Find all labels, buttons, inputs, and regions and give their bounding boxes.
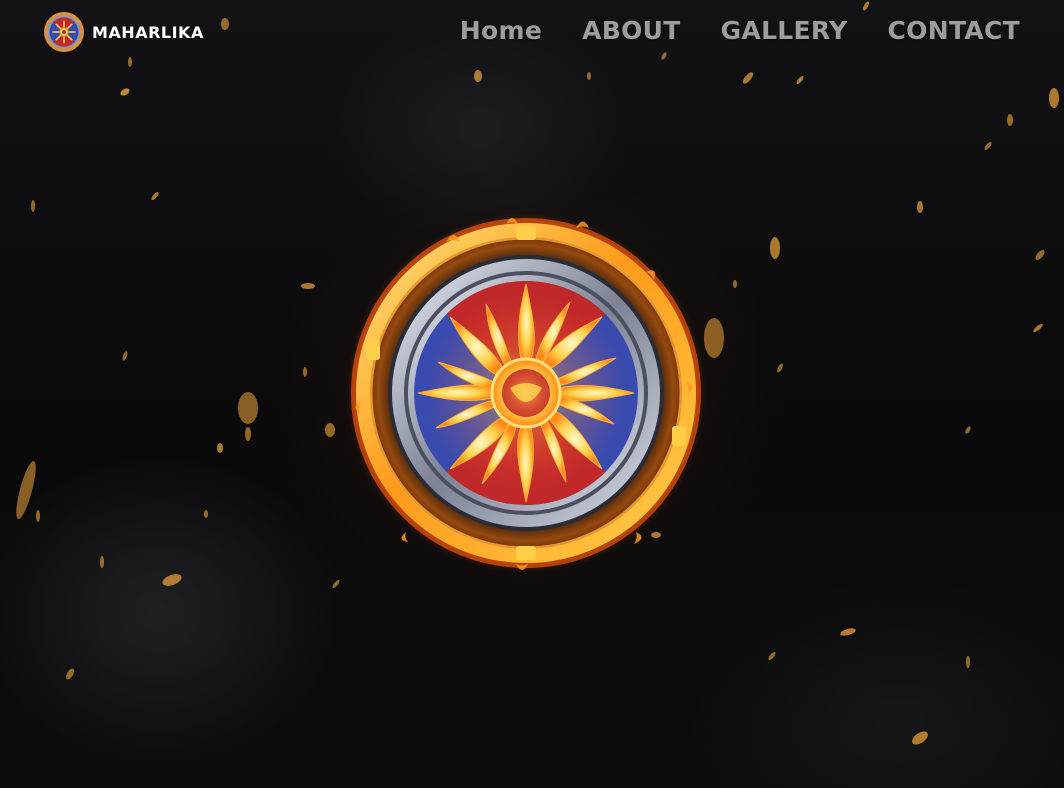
- hero-stage: MAHARLIKA Home ABOUT GALLERY CONTACT: [0, 0, 1064, 788]
- nav-home[interactable]: Home: [460, 16, 542, 45]
- nav-contact[interactable]: CONTACT: [888, 16, 1020, 45]
- main-nav: Home ABOUT GALLERY CONTACT: [460, 16, 1020, 45]
- nav-gallery[interactable]: GALLERY: [721, 16, 848, 45]
- brand-name: MAHARLIKA: [92, 22, 204, 42]
- flaming-sun-shield-icon: [346, 213, 706, 572]
- brand-home-link[interactable]: MAHARLIKA: [43, 10, 204, 54]
- sun-shield-logo-icon: [44, 12, 84, 52]
- nav-about[interactable]: ABOUT: [582, 16, 681, 45]
